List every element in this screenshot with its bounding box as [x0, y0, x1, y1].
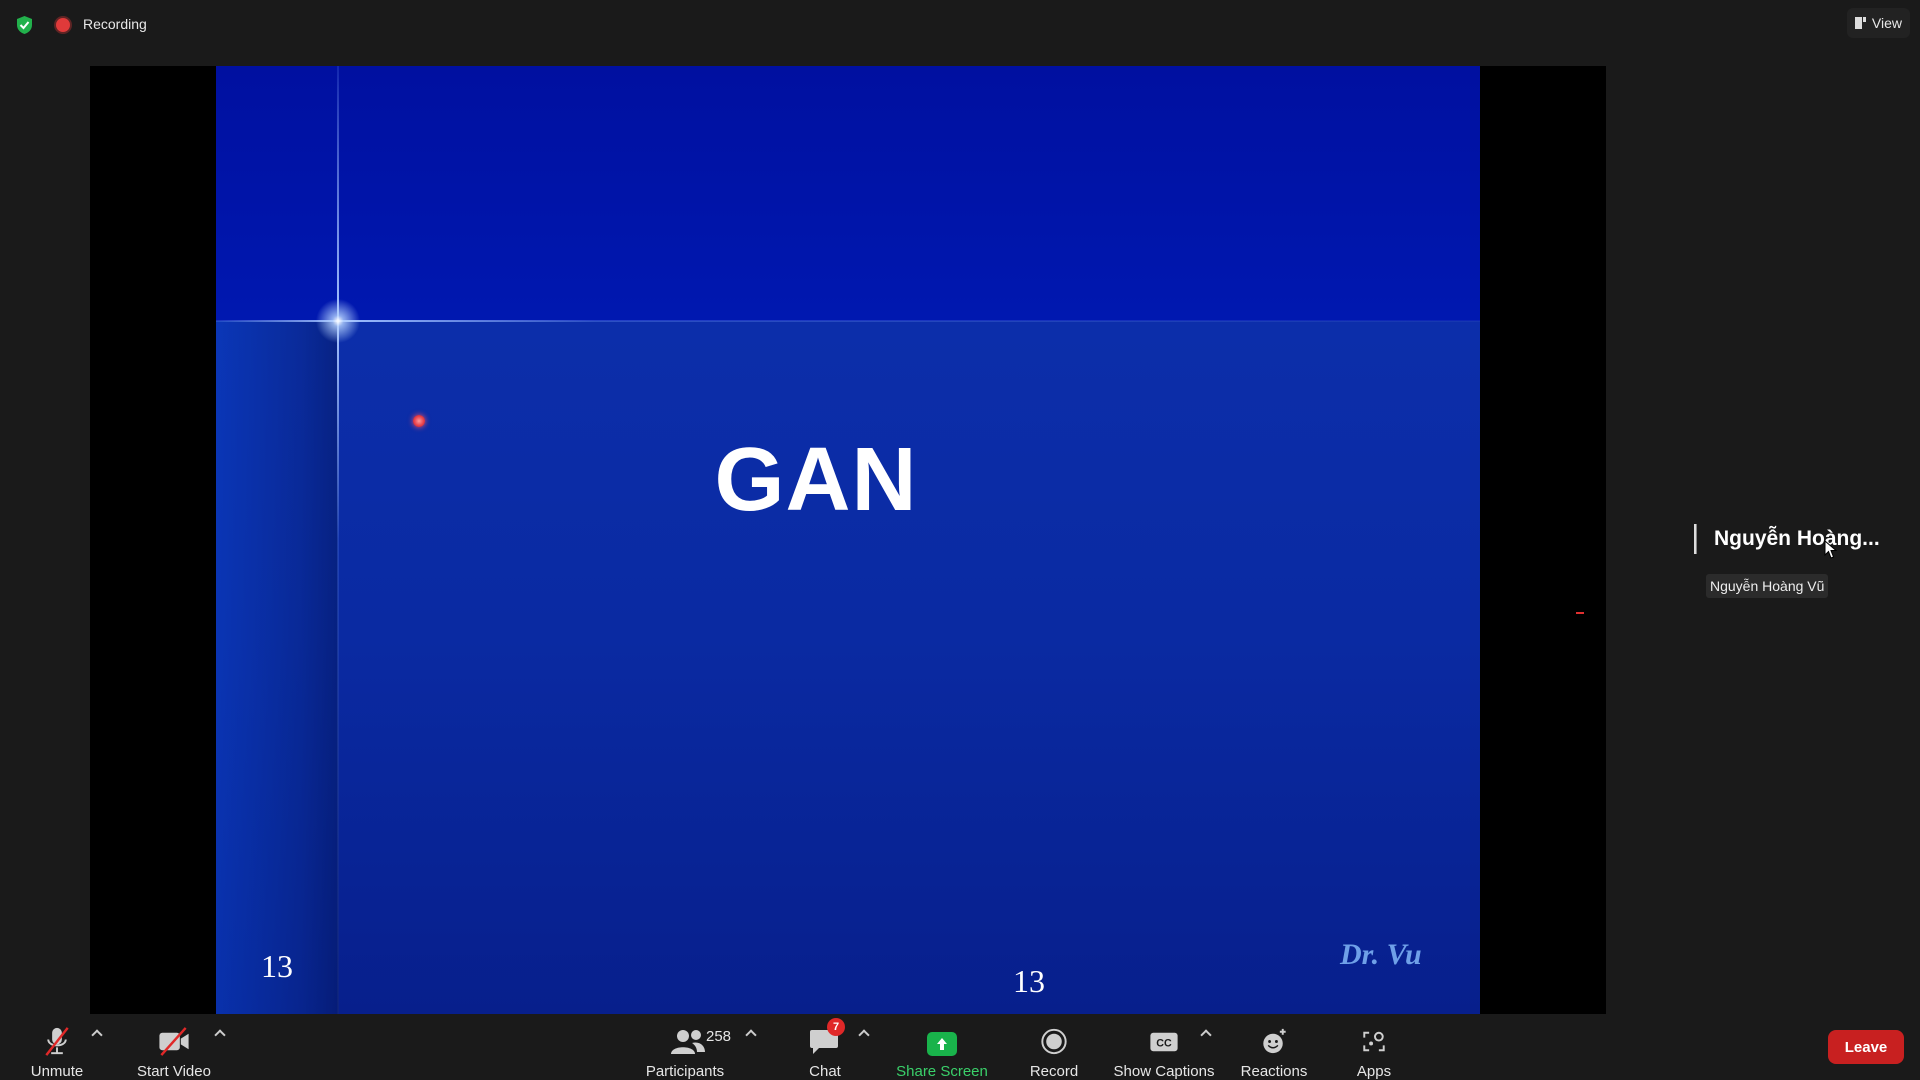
view-label: View	[1871, 15, 1902, 31]
slide-number-center: 13	[1013, 963, 1045, 999]
participants-icon	[671, 1030, 705, 1054]
recording-label: Recording	[83, 16, 147, 32]
audio-options-chevron-icon[interactable]	[91, 1026, 103, 1038]
video-camera-off-icon	[159, 1027, 189, 1056]
chat-label: Chat	[809, 1063, 841, 1080]
chat-unread-badge: 7	[827, 1018, 845, 1036]
slide-horizontal-line	[216, 320, 1480, 322]
closed-captions-icon: CC	[1150, 1032, 1178, 1052]
record-label: Record	[1029, 1063, 1079, 1080]
slide-title: GAN	[714, 430, 918, 530]
show-captions-label: Show Captions	[1113, 1063, 1215, 1080]
mouse-cursor-icon	[1824, 540, 1838, 559]
share-screen-icon	[927, 1032, 957, 1056]
reactions-label: Reactions	[1240, 1063, 1308, 1080]
apps-label: Apps	[1356, 1063, 1392, 1080]
captions-options-chevron-icon[interactable]	[1200, 1026, 1212, 1038]
participants-count: 258	[706, 1028, 732, 1045]
svg-text:CC: CC	[1156, 1037, 1172, 1049]
start-video-label: Start Video	[137, 1063, 211, 1080]
apps-icon	[1363, 1031, 1385, 1052]
encryption-shield-icon[interactable]	[15, 15, 34, 35]
chat-options-chevron-icon[interactable]	[858, 1026, 870, 1038]
record-button[interactable]: Record	[1022, 1014, 1086, 1080]
slide-vertical-line	[337, 66, 339, 1014]
video-options-chevron-icon[interactable]	[214, 1026, 226, 1038]
participants-label: Participants	[645, 1063, 725, 1080]
start-video-button[interactable]: Start Video	[134, 1014, 214, 1080]
presentation-slide: GAN 13 13 Dr. Vu	[216, 66, 1480, 1014]
apps-button[interactable]: Apps	[1346, 1014, 1402, 1080]
slide-light-flare	[312, 295, 364, 347]
share-screen-button[interactable]: Share Screen	[892, 1014, 992, 1080]
slide-left-band	[216, 321, 338, 1014]
shared-screen: GAN 13 13 Dr. Vu	[90, 66, 1606, 1014]
leave-button[interactable]: Leave	[1828, 1030, 1904, 1064]
reactions-smiley-icon	[1263, 1028, 1286, 1054]
participant-name: Nguyễn Hoàng...	[1714, 527, 1880, 550]
reactions-button[interactable]: Reactions	[1238, 1014, 1310, 1080]
slide-header-band	[216, 66, 1480, 321]
participants-button[interactable]: 258 Participants	[640, 1014, 732, 1080]
show-captions-button[interactable]: CC Show Captions	[1110, 1014, 1218, 1080]
annotation-mark	[1576, 612, 1584, 614]
share-screen-label: Share Screen	[896, 1063, 988, 1080]
laser-pointer	[413, 415, 425, 427]
view-button[interactable]: View	[1846, 8, 1910, 38]
participants-options-chevron-icon[interactable]	[745, 1026, 757, 1038]
meeting-controls-toolbar: Unmute Start Video 258 Participants 7 Ch…	[0, 1014, 1920, 1080]
unmute-button[interactable]: Unmute	[24, 1014, 90, 1080]
record-icon	[1041, 1028, 1067, 1055]
unmute-label: Unmute	[30, 1063, 84, 1080]
chat-button[interactable]: 7 Chat	[800, 1014, 850, 1080]
slide-number-left: 13	[261, 948, 293, 984]
participant-name-tooltip: Nguyễn Hoàng Vũ	[1706, 574, 1829, 598]
audio-level-icon	[1694, 524, 1697, 554]
view-layout-icon	[1854, 17, 1866, 29]
slide-signature: Dr. Vu	[1340, 938, 1422, 971]
microphone-muted-icon	[45, 1027, 69, 1056]
meeting-top-bar: Recording View	[0, 0, 1920, 50]
recording-indicator-icon	[56, 18, 70, 32]
